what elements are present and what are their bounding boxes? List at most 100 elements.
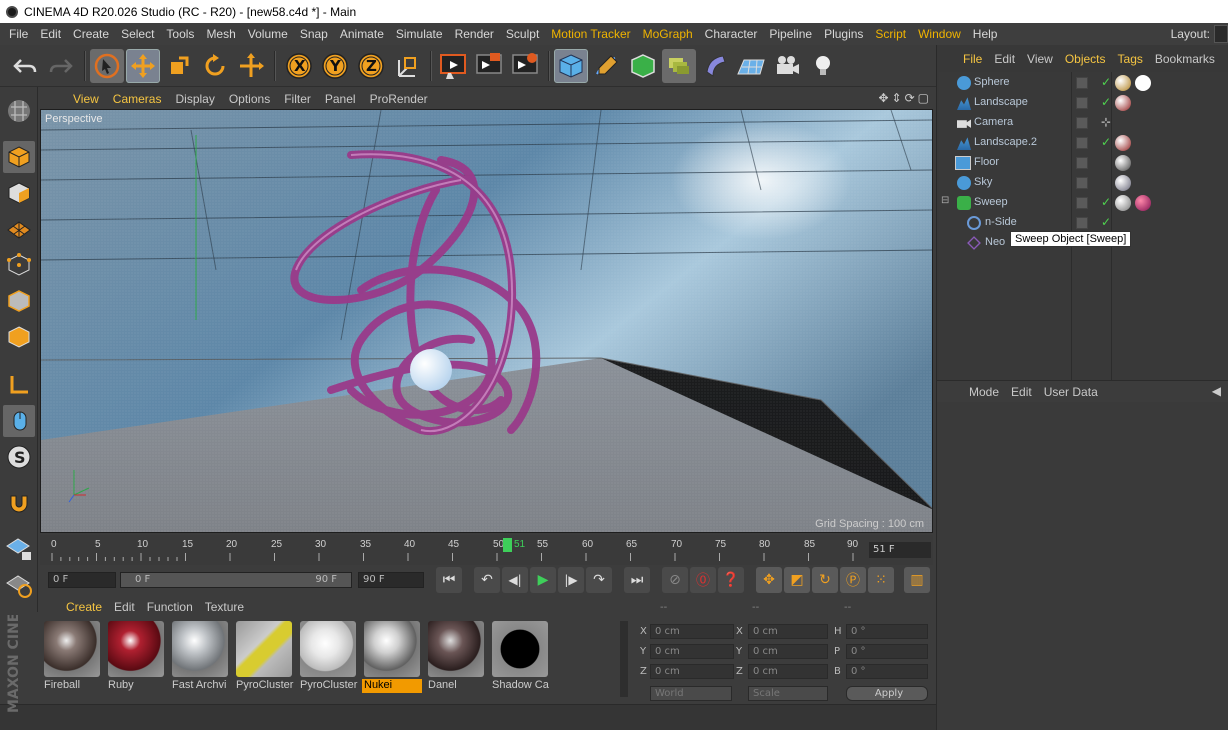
material-tag-icon[interactable] (1115, 155, 1131, 171)
rotation-b-field[interactable]: 0 ° (846, 664, 928, 679)
key-position-button[interactable]: ✥ (756, 567, 782, 593)
key-pla-button[interactable]: ⁙ (868, 567, 894, 593)
material-pyrocluster-2[interactable]: PyroCluster (298, 621, 358, 695)
floor-environment-button[interactable] (734, 49, 768, 83)
object-row-floor[interactable]: Floor (939, 153, 1228, 173)
locked-workplane-button[interactable] (3, 532, 35, 564)
maximize-view-icon[interactable]: ▢ (918, 91, 929, 105)
key-parameter-button[interactable]: Ⓟ (840, 567, 866, 593)
menu-sculpt[interactable]: Sculpt (500, 27, 545, 41)
material-fireball[interactable]: Fireball (42, 621, 102, 695)
redo-button[interactable] (44, 49, 78, 83)
axis-y-button[interactable]: Y (318, 49, 352, 83)
camera-button[interactable] (770, 49, 804, 83)
next-frame-button[interactable]: |▶ (558, 567, 584, 593)
enable-axis-button[interactable] (3, 369, 35, 401)
zoom-icon[interactable]: ⇕ (892, 91, 902, 105)
material-pyrocluster-1[interactable]: PyroCluster (234, 621, 294, 695)
render-settings-button[interactable] (508, 49, 542, 83)
size-y-field[interactable]: 0 cm (748, 644, 828, 659)
material-menu-texture[interactable]: Texture (199, 600, 250, 614)
menu-simulate[interactable]: Simulate (390, 27, 449, 41)
scale-tool-button[interactable] (162, 49, 196, 83)
om-menu-edit[interactable]: Edit (988, 52, 1021, 66)
menu-plugins[interactable]: Plugins (818, 27, 869, 41)
enabled-check-icon[interactable]: ✓ (1101, 95, 1111, 109)
current-frame-field[interactable]: 51 F (869, 542, 931, 558)
menu-script[interactable]: Script (869, 27, 912, 41)
end-frame-field[interactable]: 90 F (358, 572, 424, 588)
timeline-ruler[interactable]: 0 5 10 15 20 25 30 35 40 45 50 51 55 60 … (40, 535, 933, 565)
model-mode-button[interactable] (3, 141, 35, 173)
am-menu-mode[interactable]: Mode (963, 385, 1005, 399)
key-rotation-button[interactable]: ↻ (812, 567, 838, 593)
menu-mesh[interactable]: Mesh (200, 27, 241, 41)
key-scale-button[interactable]: ◩ (784, 567, 810, 593)
am-menu-edit[interactable]: Edit (1005, 385, 1038, 399)
solo-button[interactable]: S (3, 441, 35, 473)
pan-icon[interactable]: ✥ (878, 91, 888, 105)
workplane-mode-button[interactable] (3, 213, 35, 245)
viewport-menu-view[interactable]: View (66, 92, 106, 106)
visibility-toggle[interactable] (1076, 77, 1088, 89)
material-menu-create[interactable]: Create (60, 600, 108, 614)
menu-character[interactable]: Character (699, 27, 764, 41)
viewport-menu-display[interactable]: Display (168, 92, 221, 106)
play-button[interactable]: ▶ (530, 567, 556, 593)
om-menu-objects[interactable]: Objects (1059, 52, 1112, 66)
menu-create[interactable]: Create (67, 27, 115, 41)
collapse-icon[interactable]: ⊟ (941, 195, 949, 206)
material-tag-icon[interactable] (1135, 195, 1151, 211)
target-tag-icon[interactable]: ⊹ (1101, 115, 1111, 129)
enabled-check-icon[interactable]: ✓ (1101, 75, 1111, 89)
move-tool-button[interactable] (126, 49, 160, 83)
visibility-toggle[interactable] (1076, 97, 1088, 109)
menu-select[interactable]: Select (115, 27, 160, 41)
texture-mode-button[interactable] (3, 177, 35, 209)
enabled-check-icon[interactable]: ✓ (1101, 135, 1111, 149)
edges-mode-button[interactable] (3, 285, 35, 317)
viewport-menu-prorender[interactable]: ProRender (363, 92, 435, 106)
menu-pipeline[interactable]: Pipeline (763, 27, 818, 41)
transform-tool-button[interactable] (234, 49, 268, 83)
visibility-toggle[interactable] (1076, 137, 1088, 149)
position-y-field[interactable]: 0 cm (650, 644, 734, 659)
light-button[interactable] (806, 49, 840, 83)
material-tag-icon[interactable] (1115, 95, 1131, 111)
om-menu-bookmarks[interactable]: Bookmarks (1149, 52, 1221, 66)
menu-edit[interactable]: Edit (34, 27, 67, 41)
size-mode-dropdown[interactable]: Scale (748, 686, 828, 701)
tweak-mode-button[interactable] (3, 405, 35, 437)
om-menu-view[interactable]: View (1021, 52, 1059, 66)
layout-selector[interactable]: Layout: (1171, 23, 1228, 45)
material-danel[interactable]: Danel (426, 621, 486, 695)
material-menu-edit[interactable]: Edit (108, 600, 141, 614)
visibility-toggle[interactable] (1076, 117, 1088, 129)
viewport-menu-cameras[interactable]: Cameras (106, 92, 169, 106)
object-row-sweep[interactable]: ⊟ Sweep ✓ (939, 193, 1228, 213)
material-nukei[interactable]: Nukei (362, 621, 422, 695)
position-x-field[interactable]: 0 cm (650, 624, 734, 639)
points-mode-button[interactable] (3, 249, 35, 281)
select-tool-button[interactable] (90, 49, 124, 83)
material-shadow-catcher[interactable]: Shadow Ca (490, 621, 550, 695)
apply-button[interactable]: Apply (846, 686, 928, 701)
material-menu-function[interactable]: Function (141, 600, 199, 614)
menu-volume[interactable]: Volume (242, 27, 294, 41)
axis-x-button[interactable]: X (282, 49, 316, 83)
undo-button[interactable] (8, 49, 42, 83)
array-mograph-button[interactable] (662, 49, 696, 83)
menu-mograph[interactable]: MoGraph (637, 27, 699, 41)
start-frame-field[interactable]: 0 F (48, 572, 116, 588)
snap-button[interactable] (3, 487, 35, 519)
planar-workplane-button[interactable] (3, 569, 35, 601)
enabled-check-icon[interactable]: ✓ (1101, 195, 1111, 209)
object-row-landscape-2[interactable]: Landscape.2 ✓ (939, 133, 1228, 153)
material-tag-icon[interactable] (1115, 195, 1131, 211)
range-slider[interactable]: 0 F 90 F (120, 572, 352, 588)
material-tag-icon[interactable] (1115, 175, 1131, 191)
cube-object-button[interactable] (554, 49, 588, 83)
material-ruby[interactable]: Ruby (106, 621, 166, 695)
om-menu-file[interactable]: File (957, 52, 988, 66)
previous-frame-button[interactable]: ◀| (502, 567, 528, 593)
